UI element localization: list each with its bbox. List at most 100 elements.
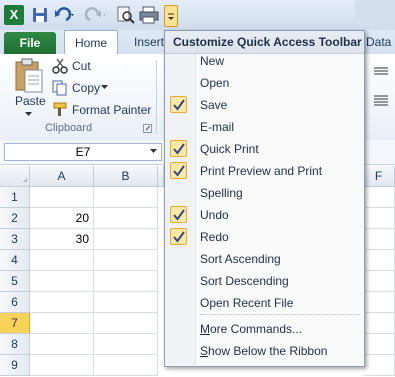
tab-home[interactable]: Home bbox=[64, 30, 118, 54]
checkmark-icon bbox=[170, 96, 187, 113]
menu-item-redo[interactable]: Redo bbox=[165, 226, 364, 248]
menu-item-label: Open Recent File bbox=[200, 296, 294, 310]
cell-a5[interactable] bbox=[30, 271, 94, 292]
menu-item-label: Print Preview and Print bbox=[200, 164, 323, 178]
cell-a8[interactable] bbox=[30, 334, 94, 355]
cell-b2[interactable] bbox=[94, 208, 158, 229]
cell-f8[interactable] bbox=[363, 334, 395, 355]
cell-a9[interactable] bbox=[30, 355, 94, 376]
dialog-launcher-icon[interactable] bbox=[143, 124, 152, 133]
checkmark-icon bbox=[170, 206, 187, 223]
tab-data[interactable]: Data bbox=[366, 30, 391, 54]
copy-button[interactable]: Copy bbox=[72, 81, 100, 95]
row-header-4[interactable]: 4 bbox=[0, 250, 30, 271]
paste-dropdown-icon[interactable] bbox=[24, 110, 34, 118]
cell-f7[interactable] bbox=[363, 313, 395, 334]
cut-button[interactable]: Cut bbox=[72, 59, 91, 73]
cell-b1[interactable] bbox=[94, 187, 158, 208]
menu-item-label: Save bbox=[200, 98, 228, 112]
cell-f4[interactable] bbox=[363, 250, 395, 271]
save-icon[interactable] bbox=[32, 5, 48, 25]
cell-a4[interactable] bbox=[30, 250, 94, 271]
menu-item-label: Sort Ascending bbox=[200, 252, 281, 266]
row-header-5[interactable]: 5 bbox=[0, 271, 30, 292]
cell-a1[interactable] bbox=[30, 187, 94, 208]
tab-file[interactable]: File bbox=[4, 32, 56, 54]
cell-b8[interactable] bbox=[94, 334, 158, 355]
cell-f1[interactable] bbox=[363, 187, 395, 208]
menu-item-label: Show Below the Ribbon bbox=[200, 344, 328, 358]
row-header-7[interactable]: 7 bbox=[0, 313, 30, 334]
menu-item-more-commands[interactable]: More Commands... bbox=[165, 318, 364, 340]
justify-icon[interactable] bbox=[374, 94, 388, 106]
clipboard-group-label: Clipboard bbox=[45, 122, 93, 134]
cell-f9[interactable] bbox=[363, 355, 395, 376]
customize-toolbar-dropdown-button[interactable] bbox=[164, 5, 178, 27]
menu-item-label: Redo bbox=[200, 230, 229, 244]
row-header-8[interactable]: 8 bbox=[0, 334, 30, 355]
format-painter-button[interactable]: Format Painter bbox=[72, 103, 151, 117]
paste-icon[interactable] bbox=[14, 58, 44, 94]
cell-f5[interactable] bbox=[363, 271, 395, 292]
customize-toolbar-menu: Customize Quick Access Toolbar New Open Sa… bbox=[164, 30, 365, 367]
menu-item-sort-ascending[interactable]: Sort Ascending bbox=[165, 248, 364, 270]
cell-b4[interactable] bbox=[94, 250, 158, 271]
chevron-down-icon bbox=[168, 13, 174, 20]
name-box[interactable]: E7 bbox=[4, 143, 162, 161]
checkmark-icon bbox=[170, 228, 187, 245]
row-header-2[interactable]: 2 bbox=[0, 208, 30, 229]
row-header-9[interactable]: 9 bbox=[0, 355, 30, 376]
menu-item-undo[interactable]: Undo bbox=[165, 204, 364, 226]
row-header-3[interactable]: 3 bbox=[0, 229, 30, 250]
name-box-dropdown-icon[interactable] bbox=[150, 149, 158, 155]
menu-item-label: New bbox=[200, 54, 225, 68]
menu-item-open-recent-file[interactable]: Open Recent File bbox=[165, 292, 364, 314]
print-preview-icon[interactable] bbox=[116, 5, 136, 25]
cell-b6[interactable] bbox=[94, 292, 158, 313]
menu-item-e-mail[interactable]: E-mail bbox=[165, 116, 364, 138]
undo-icon[interactable] bbox=[54, 5, 76, 25]
paste-button[interactable]: Paste bbox=[15, 94, 46, 108]
select-all-corner[interactable] bbox=[0, 166, 30, 187]
menu-separator bbox=[200, 314, 360, 315]
row-header-6[interactable]: 6 bbox=[0, 292, 30, 313]
align-icon[interactable] bbox=[374, 66, 388, 78]
menu-item-label: More Commands... bbox=[200, 322, 303, 336]
cell-f3[interactable] bbox=[363, 229, 395, 250]
excel-logo[interactable]: X bbox=[4, 5, 24, 25]
column-header-b[interactable]: B bbox=[94, 166, 158, 187]
tab-insert[interactable]: Insert bbox=[134, 30, 164, 54]
menu-item-spelling[interactable]: Spelling bbox=[165, 182, 364, 204]
menu-item-quick-print[interactable]: Quick Print bbox=[165, 138, 364, 160]
menu-item-open[interactable]: Open bbox=[165, 72, 364, 94]
cell-b3[interactable] bbox=[94, 229, 158, 250]
row-header-1[interactable]: 1 bbox=[0, 187, 30, 208]
cell-b9[interactable] bbox=[94, 355, 158, 376]
cell-a3[interactable]: 30 bbox=[30, 229, 94, 250]
cut-icon[interactable] bbox=[52, 58, 68, 74]
cell-a6[interactable] bbox=[30, 292, 94, 313]
menu-item-label: Open bbox=[200, 76, 230, 90]
group-separator bbox=[156, 60, 157, 134]
menu-item-show-below-ribbon[interactable]: Show Below the Ribbon bbox=[165, 340, 364, 362]
redo-icon[interactable] bbox=[84, 5, 108, 25]
format-painter-icon[interactable] bbox=[52, 101, 68, 117]
cell-f6[interactable] bbox=[363, 292, 395, 313]
checkmark-icon bbox=[170, 140, 187, 157]
menu-item-new[interactable]: New bbox=[165, 50, 364, 72]
column-header-a[interactable]: A bbox=[30, 166, 94, 187]
window-controls[interactable] bbox=[355, 0, 395, 30]
cell-a2[interactable]: 20 bbox=[30, 208, 94, 229]
cell-b5[interactable] bbox=[94, 271, 158, 292]
copy-dropdown-icon[interactable] bbox=[101, 84, 109, 92]
menu-item-sort-descending[interactable]: Sort Descending bbox=[165, 270, 364, 292]
menu-item-save[interactable]: Save bbox=[165, 94, 364, 116]
menu-item-print-preview-and-print[interactable]: Print Preview and Print bbox=[165, 160, 364, 182]
cell-f2[interactable] bbox=[363, 208, 395, 229]
menu-item-label: Quick Print bbox=[200, 142, 259, 156]
cell-b7[interactable] bbox=[94, 313, 158, 334]
quick-print-icon[interactable] bbox=[139, 5, 159, 25]
column-header-f[interactable]: F bbox=[363, 166, 395, 187]
copy-icon[interactable] bbox=[52, 80, 68, 96]
cell-a7[interactable] bbox=[30, 313, 94, 334]
